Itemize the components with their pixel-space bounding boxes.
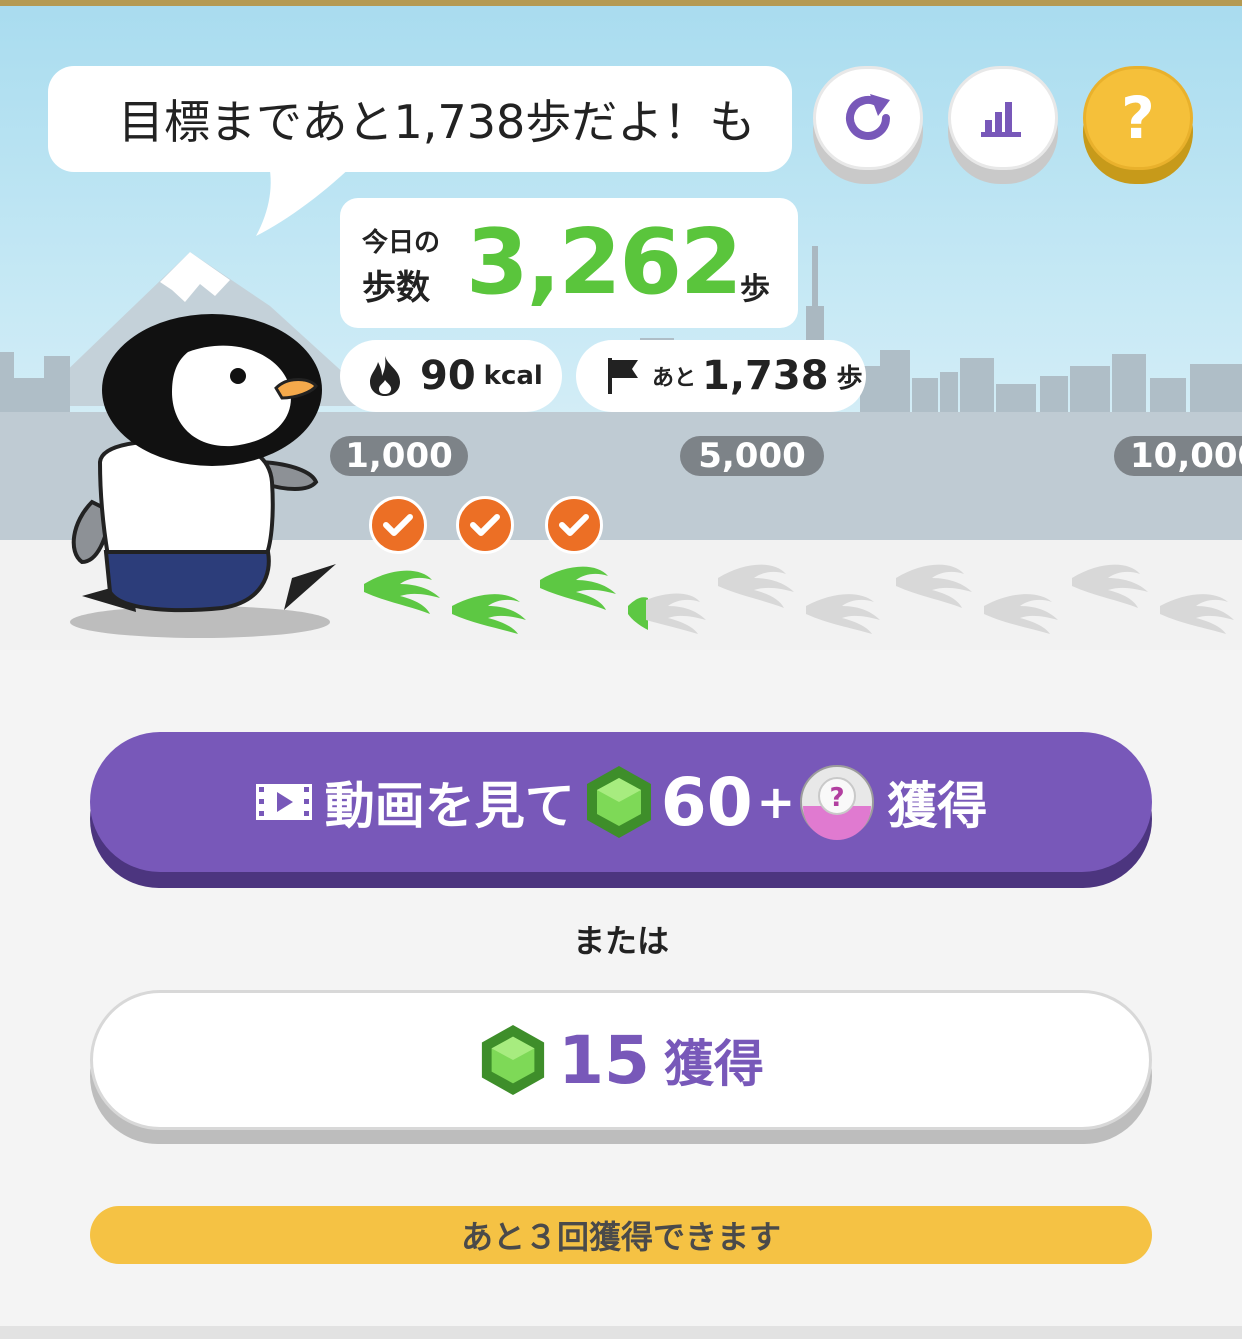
steps-label-line1: 今日の	[362, 228, 441, 258]
steps-unit: 歩	[740, 272, 770, 307]
speech-bubble-text: 目標まであと1,738歩だよ！も	[118, 95, 756, 149]
refresh-button[interactable]	[813, 66, 923, 184]
check-icon	[456, 496, 514, 554]
check-icon	[369, 496, 427, 554]
footprints-track	[364, 564, 1234, 634]
remaining-steps-pill: あと 1,738 歩	[576, 340, 866, 412]
bar-chart-icon	[981, 102, 1021, 137]
flame-icon	[370, 356, 400, 396]
steps-label-line2: 歩数	[362, 268, 430, 308]
mystery-capsule-icon: ?	[800, 765, 875, 840]
watch-video-reward-button[interactable]: 動画を見て 60 + ? 獲得	[90, 732, 1152, 888]
milestone-10000: 10,000	[1114, 436, 1242, 476]
flag-icon	[608, 358, 638, 394]
milestone-5000: 5,000	[680, 436, 824, 476]
remaining-claims-text: あと３回獲得できます	[460, 1218, 781, 1256]
video-gem-amount: 60	[660, 763, 753, 841]
gem-button-text: 獲得	[663, 1035, 764, 1093]
bottom-bar	[0, 1326, 1242, 1339]
calories-unit: kcal	[483, 361, 543, 391]
gem-icon	[481, 1025, 545, 1095]
milestone-1000: 1,000	[330, 436, 468, 476]
remaining-value: 1,738	[702, 353, 829, 399]
speech-bubble: 目標まであと1,738歩だよ！も	[48, 66, 792, 172]
steps-count: 3,262	[466, 210, 743, 315]
claim-gems-button[interactable]: 15 獲得	[90, 990, 1152, 1146]
gem-amount: 15	[558, 1021, 650, 1099]
check-icon	[545, 496, 603, 554]
or-separator: または	[572, 922, 669, 960]
penguin-character	[70, 314, 336, 638]
today-steps-card: 今日の 歩数 3,262 歩	[340, 198, 798, 328]
plus-sign: +	[756, 775, 796, 829]
remaining-unit: 歩	[836, 363, 863, 394]
remaining-claims-banner: あと３回獲得できます	[90, 1206, 1152, 1264]
svg-text:?: ?	[830, 783, 845, 813]
remaining-prefix: あと	[652, 366, 697, 391]
video-button-text: 動画を見て	[324, 777, 575, 835]
video-icon	[255, 784, 312, 820]
question-icon: ?	[1121, 84, 1155, 152]
gem-icon	[586, 766, 651, 838]
calories-value: 90	[420, 353, 476, 399]
stats-button[interactable]	[948, 66, 1058, 184]
calories-pill: 90 kcal	[340, 340, 562, 412]
refresh-icon	[846, 94, 890, 140]
help-button[interactable]: ?	[1083, 66, 1193, 184]
video-button-suffix: 獲得	[887, 777, 988, 835]
